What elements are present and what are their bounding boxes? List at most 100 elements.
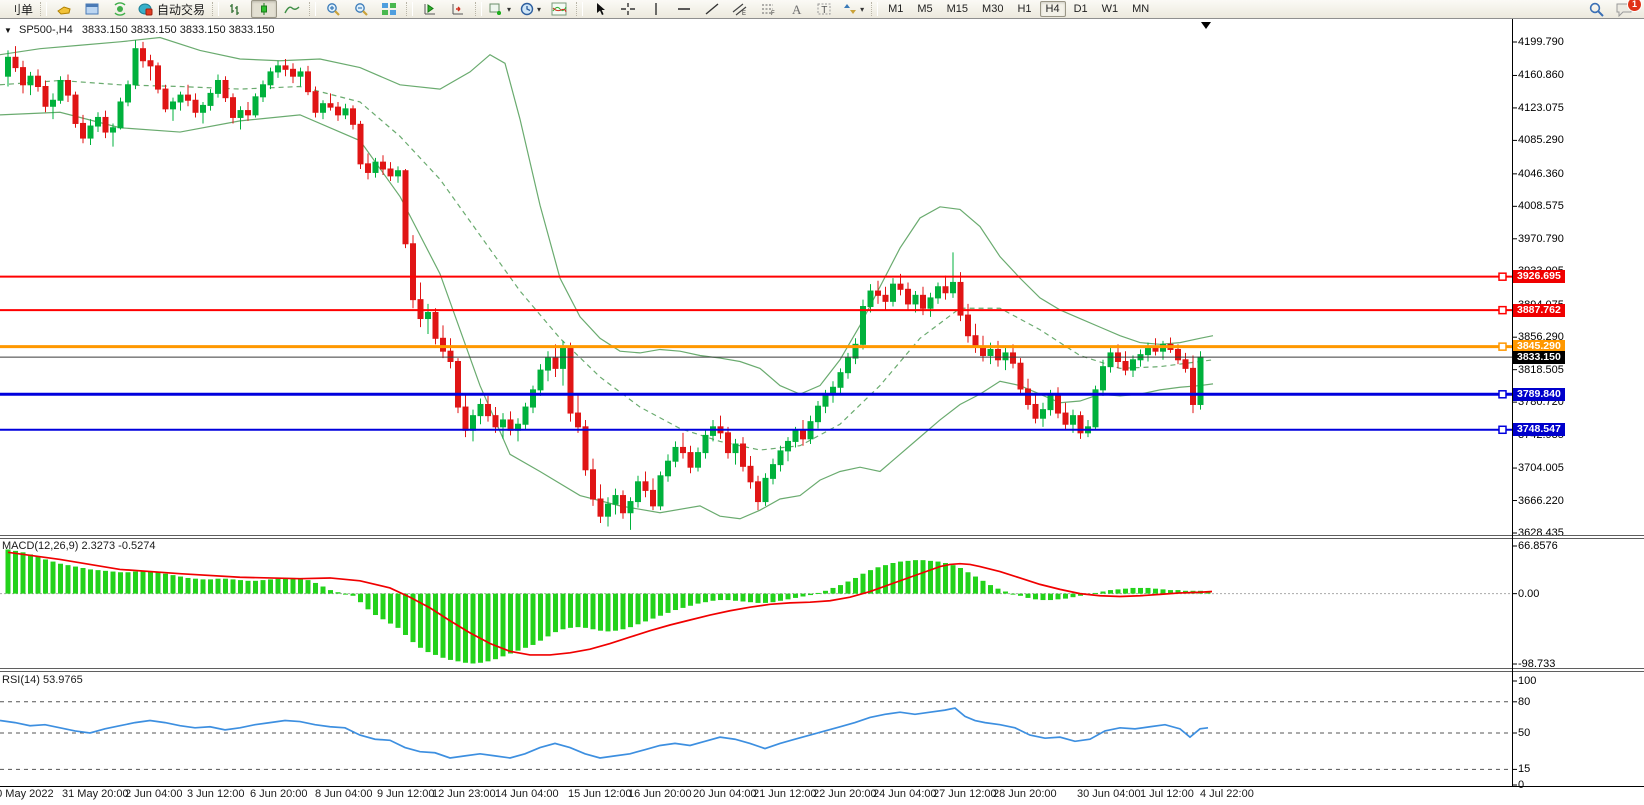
price-level-badge: 3926.695 — [1513, 270, 1565, 284]
price-tick-label: 4123.075 — [1518, 101, 1564, 114]
templates-icon[interactable] — [546, 0, 572, 18]
auto-trading-button[interactable]: 自动交易 — [135, 0, 208, 18]
navigator-icon[interactable] — [79, 0, 105, 18]
time-axis-label: 15 Jun 12:00 — [568, 788, 632, 800]
signals-icon[interactable] — [107, 0, 133, 18]
new-order-button[interactable]: 刂单 — [3, 0, 36, 18]
time-axis-label: 20 Jun 04:00 — [693, 788, 757, 800]
auto-scroll-icon[interactable] — [417, 0, 443, 18]
chart-canvas — [0, 36, 1517, 790]
panel-separator-macd[interactable] — [0, 535, 1644, 539]
price-tick-label: 3666.220 — [1518, 494, 1564, 507]
periods-icon[interactable]: ▾ — [516, 0, 544, 18]
chevron-down-icon[interactable]: ▾ — [537, 5, 541, 14]
chat-icon[interactable]: 1 — [1611, 0, 1642, 18]
panel-separator-rsi[interactable] — [0, 668, 1644, 672]
time-axis-label: 6 Jun 20:00 — [250, 788, 308, 800]
timeframe-mn-button[interactable]: MN — [1126, 1, 1155, 17]
time-axis-label: 14 Jun 04:00 — [495, 788, 559, 800]
crosshair-icon[interactable] — [615, 0, 641, 18]
price-level-badge: 3748.547 — [1513, 423, 1565, 437]
time-axis-label: 30 May 2022 — [0, 788, 54, 800]
svg-text:E: E — [742, 11, 746, 16]
time-axis-label: 24 Jun 04:00 — [873, 788, 937, 800]
macd-signal-line — [7, 551, 1213, 656]
timeframe-h4-button[interactable]: H4 — [1039, 1, 1066, 17]
zoom-in-icon[interactable] — [320, 0, 346, 18]
rsi-tick-label: 50 — [1518, 727, 1531, 739]
price-level-badge: 3833.150 — [1513, 350, 1565, 364]
search-icon[interactable] — [1583, 0, 1609, 18]
zoom-out-icon[interactable] — [348, 0, 374, 18]
timeframe-m15-button[interactable]: M15 — [941, 1, 974, 17]
price-tick-label: 4199.790 — [1518, 36, 1564, 48]
bollinger-bands — [0, 36, 1214, 520]
candlestick-chart-icon[interactable] — [251, 0, 278, 18]
arrows-icon[interactable]: ▾ — [839, 0, 867, 18]
rsi-indicator-label: RSI(14) 53.9765 — [2, 674, 83, 686]
chevron-down-icon[interactable]: ▾ — [860, 5, 864, 14]
horizontal-line-icon[interactable] — [671, 0, 697, 18]
main-toolbar: 刂单 自动交易 ▾ ▾ E F A T ▾ M1 M5 M15 M30 H1 H4 D1 W1 MN 1 — [0, 0, 1644, 19]
rsi-line — [0, 707, 1209, 759]
horizontal-level-lines[interactable] — [0, 272, 1512, 435]
time-axis-label: 31 May 20:00 — [62, 788, 129, 800]
toolbar-separator — [309, 2, 317, 16]
toolbar-separator — [212, 2, 220, 16]
chevron-down-icon[interactable]: ▾ — [507, 5, 511, 14]
price-tick-label: 3970.790 — [1518, 232, 1564, 245]
price-level-badge: 3789.840 — [1513, 387, 1565, 401]
text-icon[interactable]: A — [783, 0, 809, 18]
timeframe-d1-button[interactable]: D1 — [1068, 1, 1094, 17]
equidistant-channel-icon[interactable]: E — [727, 0, 753, 18]
text-label-icon[interactable]: T — [811, 0, 837, 18]
last-bar-marker-icon — [1201, 22, 1211, 29]
price-axis-line — [1512, 19, 1513, 786]
line-chart-icon[interactable] — [279, 0, 305, 18]
svg-text:T: T — [821, 5, 827, 16]
svg-text:A: A — [792, 2, 802, 16]
chart-shift-icon[interactable] — [445, 0, 471, 18]
symbol-dropdown-icon[interactable]: ▼ — [4, 26, 12, 35]
timeframe-m30-button[interactable]: M30 — [976, 1, 1009, 17]
auto-trading-label: 自动交易 — [157, 2, 206, 17]
cursor-icon[interactable] — [587, 0, 613, 18]
rsi-tick-label: 0 — [1518, 779, 1525, 791]
time-axis-label: 3 Jun 12:00 — [187, 788, 245, 800]
candles-layer — [5, 40, 1204, 530]
toolbar-separator — [40, 2, 48, 16]
timeframe-m1-button[interactable]: M1 — [882, 1, 909, 17]
add-indicator-icon[interactable]: ▾ — [486, 0, 514, 18]
bar-chart-icon[interactable] — [223, 0, 249, 18]
toolbar-separator — [871, 2, 879, 16]
market-watch-icon[interactable] — [51, 0, 77, 18]
time-axis-label: 30 Jun 04:00 — [1077, 788, 1141, 800]
rsi-panel — [0, 701, 1512, 770]
time-axis-label: 2 Jun 04:00 — [125, 788, 183, 800]
macd-tick-label: 66.8576 — [1518, 540, 1558, 552]
toolbar-separator — [475, 2, 483, 16]
trend-line-icon[interactable] — [699, 0, 725, 18]
rsi-tick-label: 15 — [1518, 763, 1531, 776]
chart-title-row: ▼ SP500-,H4 3833.150 3833.150 3833.150 3… — [4, 24, 275, 36]
timeframe-m5-button[interactable]: M5 — [911, 1, 938, 17]
fibonacci-icon[interactable]: F — [755, 0, 781, 18]
price-level-badge: 3887.762 — [1513, 303, 1565, 317]
time-axis-label: 21 Jun 12:00 — [753, 788, 817, 800]
macd-tick-label: 0.00 — [1518, 587, 1540, 600]
tile-windows-icon[interactable] — [376, 0, 402, 18]
time-axis-label: 12 Jun 23:00 — [432, 788, 496, 800]
vertical-line-icon[interactable] — [643, 0, 669, 18]
price-tick-label: 4046.360 — [1518, 167, 1564, 180]
time-axis-label: 27 Jun 12:00 — [933, 788, 997, 800]
svg-text:F: F — [771, 11, 775, 16]
price-tick-label: 4085.290 — [1518, 134, 1564, 147]
time-axis-label: 9 Jun 12:00 — [377, 788, 435, 800]
chart-area[interactable]: ▼ SP500-,H4 3833.150 3833.150 3833.150 3… — [0, 19, 1644, 805]
price-tick-label: 4008.575 — [1518, 200, 1564, 213]
timeframe-w1-button[interactable]: W1 — [1096, 1, 1125, 17]
toolbar-separator — [576, 2, 584, 16]
notification-badge: 1 — [1627, 0, 1642, 12]
timeframe-h1-button[interactable]: H1 — [1011, 1, 1037, 17]
time-axis-label: 1 Jul 12:00 — [1140, 788, 1194, 800]
